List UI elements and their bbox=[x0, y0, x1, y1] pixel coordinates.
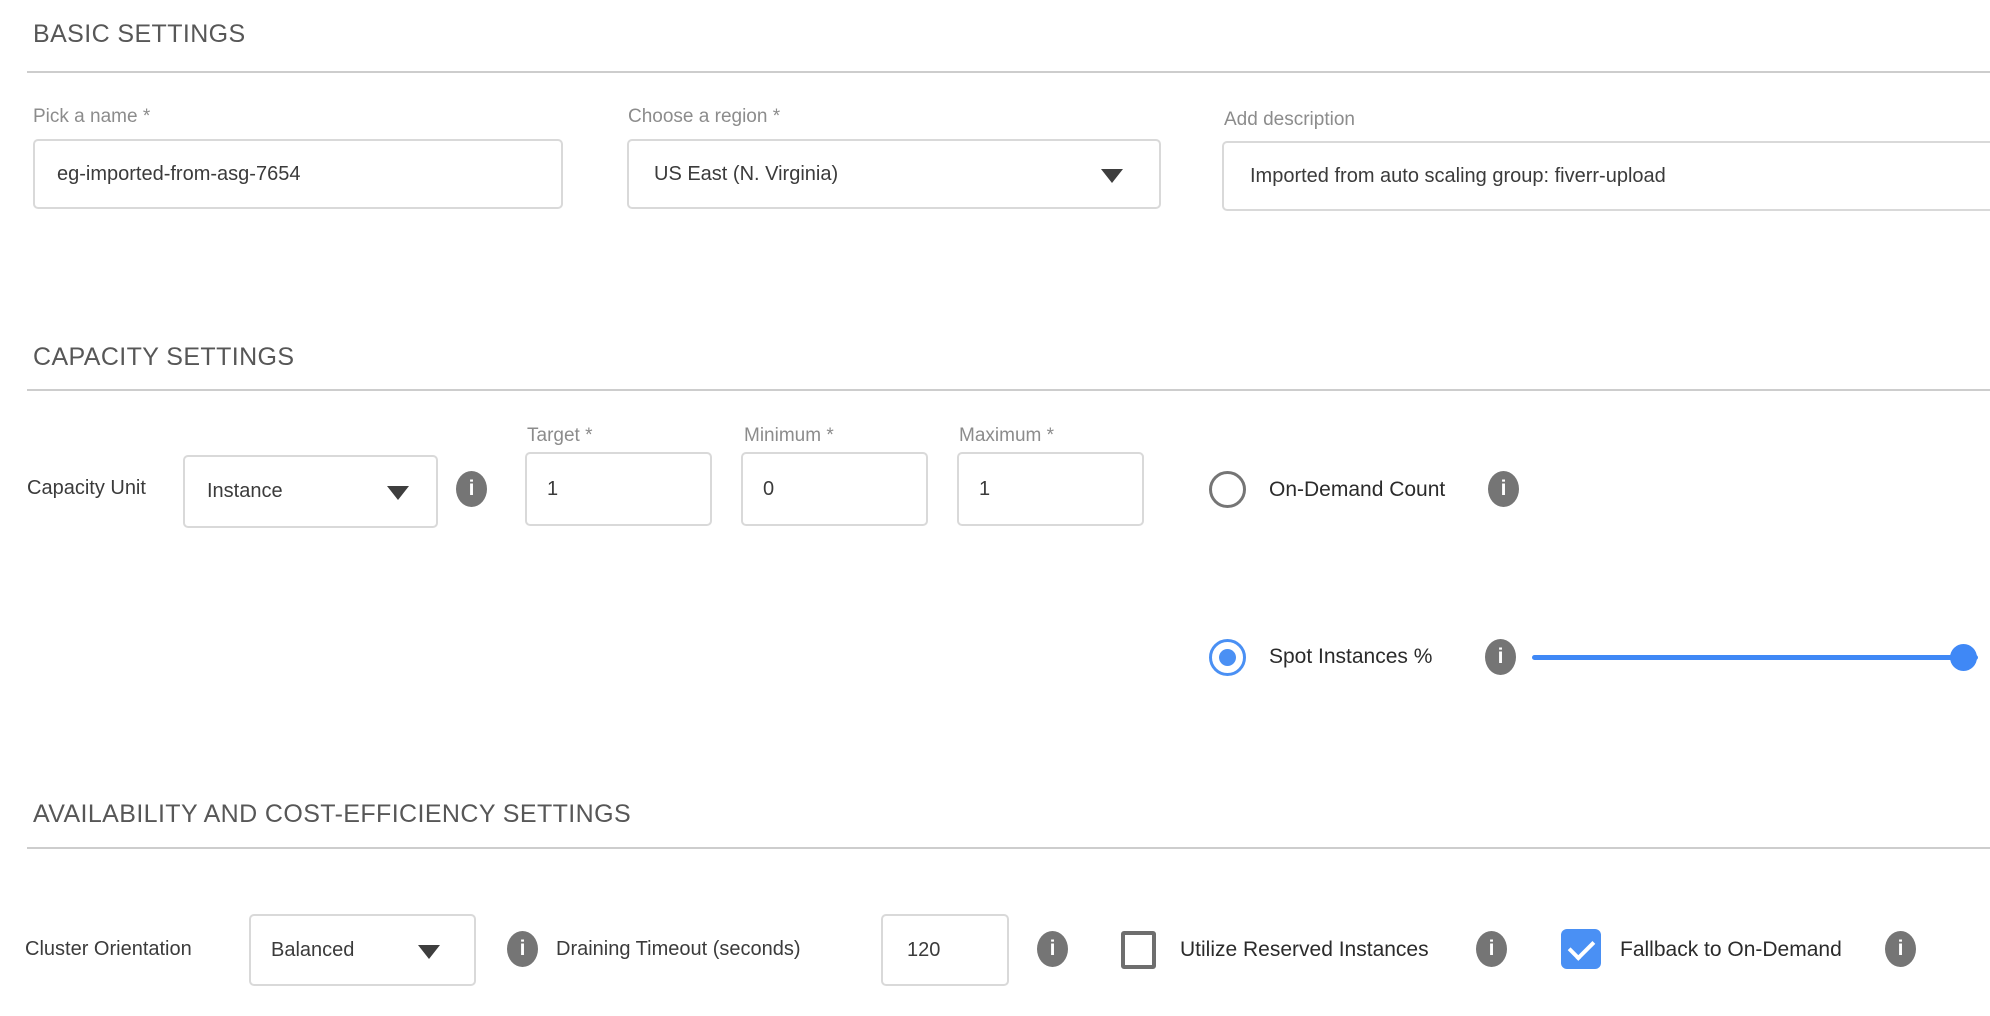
spot-instances-label: Spot Instances % bbox=[1269, 645, 1432, 669]
minimum-field-label: Minimum * bbox=[744, 425, 834, 447]
draining-timeout-label: Draining Timeout (seconds) bbox=[556, 938, 801, 961]
fallback-to-on-demand-checkbox[interactable] bbox=[1561, 929, 1601, 969]
info-icon[interactable]: i bbox=[1488, 471, 1519, 507]
section-divider bbox=[27, 847, 1990, 849]
info-icon[interactable]: i bbox=[1037, 931, 1068, 967]
spot-instances-radio[interactable] bbox=[1209, 639, 1246, 676]
capacity-unit-select[interactable]: Instance bbox=[183, 455, 438, 528]
capacity-unit-label: Capacity Unit bbox=[27, 477, 146, 500]
maximum-field-label: Maximum * bbox=[959, 425, 1054, 447]
info-icon[interactable]: i bbox=[1476, 931, 1507, 967]
draining-timeout-input[interactable] bbox=[881, 914, 1009, 986]
info-icon[interactable]: i bbox=[507, 931, 538, 967]
section-divider bbox=[27, 389, 1990, 391]
dropdown-arrow-icon bbox=[418, 945, 440, 959]
section-title-capacity: CAPACITY SETTINGS bbox=[33, 343, 294, 372]
maximum-input[interactable] bbox=[957, 452, 1144, 526]
target-input[interactable] bbox=[525, 452, 712, 526]
info-icon[interactable]: i bbox=[1885, 931, 1916, 967]
cluster-orientation-label: Cluster Orientation bbox=[25, 938, 192, 961]
info-icon[interactable]: i bbox=[1485, 639, 1516, 675]
spot-percentage-slider-thumb[interactable] bbox=[1950, 644, 1977, 671]
on-demand-count-label: On-Demand Count bbox=[1269, 478, 1445, 502]
cluster-orientation-select[interactable]: Balanced bbox=[249, 914, 476, 986]
name-input[interactable] bbox=[33, 139, 563, 209]
description-field-label: Add description bbox=[1224, 109, 1355, 131]
name-field-label: Pick a name * bbox=[33, 106, 150, 128]
target-field-label: Target * bbox=[527, 425, 592, 447]
settings-form: BASIC SETTINGS Pick a name * Choose a re… bbox=[0, 0, 1990, 1016]
info-icon[interactable]: i bbox=[456, 471, 487, 507]
region-field-label: Choose a region * bbox=[628, 106, 780, 128]
cluster-orientation-select-value: Balanced bbox=[271, 939, 354, 962]
capacity-unit-select-value: Instance bbox=[207, 480, 283, 503]
spot-percentage-slider[interactable] bbox=[1532, 655, 1978, 660]
section-title-availability: AVAILABILITY AND COST-EFFICIENCY SETTING… bbox=[33, 800, 631, 829]
section-title-basic: BASIC SETTINGS bbox=[33, 20, 246, 49]
dropdown-arrow-icon bbox=[387, 486, 409, 500]
region-select-value: US East (N. Virginia) bbox=[654, 163, 838, 186]
on-demand-count-radio[interactable] bbox=[1209, 471, 1246, 508]
section-divider bbox=[27, 71, 1990, 73]
fallback-to-on-demand-label: Fallback to On-Demand bbox=[1620, 938, 1842, 962]
minimum-input[interactable] bbox=[741, 452, 928, 526]
description-input[interactable] bbox=[1222, 141, 1990, 211]
utilize-reserved-instances-checkbox[interactable] bbox=[1121, 931, 1156, 969]
region-select[interactable]: US East (N. Virginia) bbox=[627, 139, 1161, 209]
utilize-reserved-instances-label: Utilize Reserved Instances bbox=[1180, 938, 1429, 962]
dropdown-arrow-icon bbox=[1101, 169, 1123, 183]
